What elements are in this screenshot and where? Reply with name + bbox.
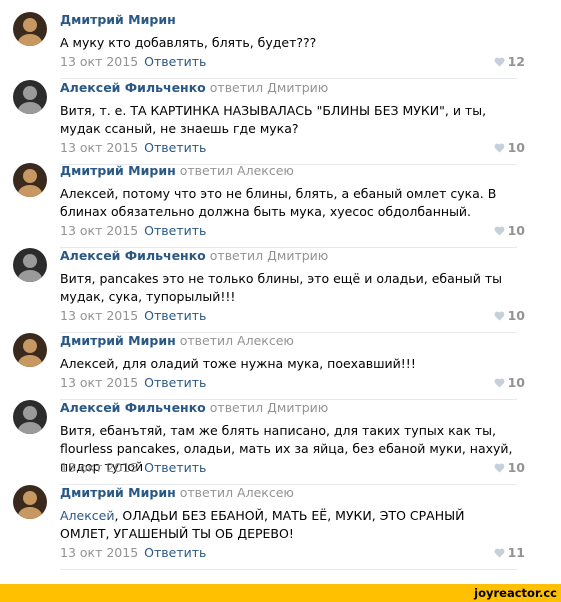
like-count: 10 [507,460,525,475]
author-link[interactable]: Алексей Фильченко [60,248,206,263]
heart-icon [494,545,508,560]
like-button[interactable]: 10 [494,140,525,156]
comment-body: А муку кто добавлять, блять, будет??? [60,35,317,50]
comment-body: Алексей, для оладий тоже нужна мука, пое… [60,356,416,371]
comment-date[interactable]: 13 окт 2015 [60,545,138,560]
like-count: 10 [507,140,525,155]
comment-text: Алексей, для оладий тоже нужна мука, пое… [60,355,515,373]
heart-icon [494,54,508,69]
watermark: joyreactor.cc [474,586,557,600]
replied-to-label: ответил Дмитрию [209,80,329,95]
user-avatar-icon[interactable] [13,80,47,114]
mention-link[interactable]: Алексей [60,508,114,523]
like-count: 10 [507,223,525,238]
reply-button[interactable]: Ответить [144,308,206,323]
comment-text: А муку кто добавлять, блять, будет??? [60,34,515,52]
comment-meta: 13 окт 2015 Ответить [60,545,206,561]
comment-text: Витя, pancakes это не только блины, это … [60,270,515,306]
comment-divider [60,569,517,570]
reply-button[interactable]: Ответить [144,140,206,155]
user-avatar-icon[interactable] [13,485,47,519]
reply-button[interactable]: Ответить [144,545,206,560]
reply-button[interactable]: Ответить [144,54,206,69]
comment-body: Алексей, потому что это не блины, блять,… [60,186,497,219]
comment-meta: 13 окт 2015 Ответить [60,223,206,239]
heart-icon [494,140,508,155]
reply-button[interactable]: Ответить [144,460,206,475]
comment-header: Дмитрий Мирин ответил Алексею [60,333,294,349]
replied-to-label: ответил Алексею [179,485,294,500]
heart-icon [494,223,508,238]
author-link[interactable]: Дмитрий Мирин [60,12,176,27]
like-button[interactable]: 10 [494,308,525,324]
like-count: 10 [507,308,525,323]
author-link[interactable]: Дмитрий Мирин [60,333,176,348]
heart-icon [494,308,508,323]
comment-body: , ОЛАДЬИ БЕЗ ЕБАНОЙ, МАТЬ ЕЁ, МУКИ, ЭТО … [60,508,465,541]
user-avatar-icon[interactable] [13,400,47,434]
comment-header: Алексей Фильченко ответил Дмитрию [60,248,328,264]
replied-to-label: ответил Алексею [179,163,294,178]
reply-button[interactable]: Ответить [144,375,206,390]
comment-date[interactable]: 13 окт 2015 [60,375,138,390]
footer-bar: joyreactor.cc [0,584,561,602]
like-button[interactable]: 10 [494,460,525,476]
like-count: 10 [507,375,525,390]
comment-date[interactable]: 13 окт 2015 [60,308,138,323]
comment-meta: 13 окт 2015 Ответить [60,140,206,156]
comment-text: Алексей, ОЛАДЬИ БЕЗ ЕБАНОЙ, МАТЬ ЕЁ, МУК… [60,507,515,543]
user-avatar-icon[interactable] [13,333,47,367]
user-avatar-icon[interactable] [13,248,47,282]
comment-header: Алексей Фильченко ответил Дмитрию [60,400,328,416]
comment-date[interactable]: 13 окт 2015 [60,223,138,238]
heart-icon [494,375,508,390]
comment-text: Витя, т. е. ТА КАРТИНКА НАЗЫВАЛАСЬ "БЛИН… [60,102,515,138]
comment-divider [60,78,517,79]
like-button[interactable]: 10 [494,223,525,239]
user-avatar-icon[interactable] [13,163,47,197]
comment-meta: 13 окт 2015 Ответить [60,54,206,70]
author-link[interactable]: Дмитрий Мирин [60,163,176,178]
comment-meta: 13 окт 2015 Ответить [60,375,206,391]
comment-meta: 13 окт 2015 Ответить [60,460,206,476]
like-button[interactable]: 12 [494,54,525,70]
comment-header: Алексей Фильченко ответил Дмитрию [60,80,328,96]
like-button[interactable]: 10 [494,375,525,391]
author-link[interactable]: Алексей Фильченко [60,80,206,95]
replied-to-label: ответил Дмитрию [209,400,329,415]
replied-to-label: ответил Алексею [179,333,294,348]
replied-to-label: ответил Дмитрию [209,248,329,263]
author-link[interactable]: Дмитрий Мирин [60,485,176,500]
comment-date[interactable]: 13 окт 2015 [60,54,138,69]
like-count: 12 [507,54,525,69]
comment-header: Дмитрий Мирин ответил Алексею [60,485,294,501]
comment-date[interactable]: 13 окт 2015 [60,460,138,475]
comment-header: Дмитрий Мирин [60,12,176,28]
comment-body: Витя, pancakes это не только блины, это … [60,271,503,304]
comment-text: Алексей, потому что это не блины, блять,… [60,185,515,221]
user-avatar-icon[interactable] [13,12,47,46]
author-link[interactable]: Алексей Фильченко [60,400,206,415]
reply-button[interactable]: Ответить [144,223,206,238]
comment-meta: 13 окт 2015 Ответить [60,308,206,324]
like-button[interactable]: 11 [494,545,525,561]
comment-body: Витя, т. е. ТА КАРТИНКА НАЗЫВАЛАСЬ "БЛИН… [60,103,487,136]
comment-date[interactable]: 13 окт 2015 [60,140,138,155]
like-count: 11 [507,545,525,560]
heart-icon [494,460,508,475]
comment-header: Дмитрий Мирин ответил Алексею [60,163,294,179]
